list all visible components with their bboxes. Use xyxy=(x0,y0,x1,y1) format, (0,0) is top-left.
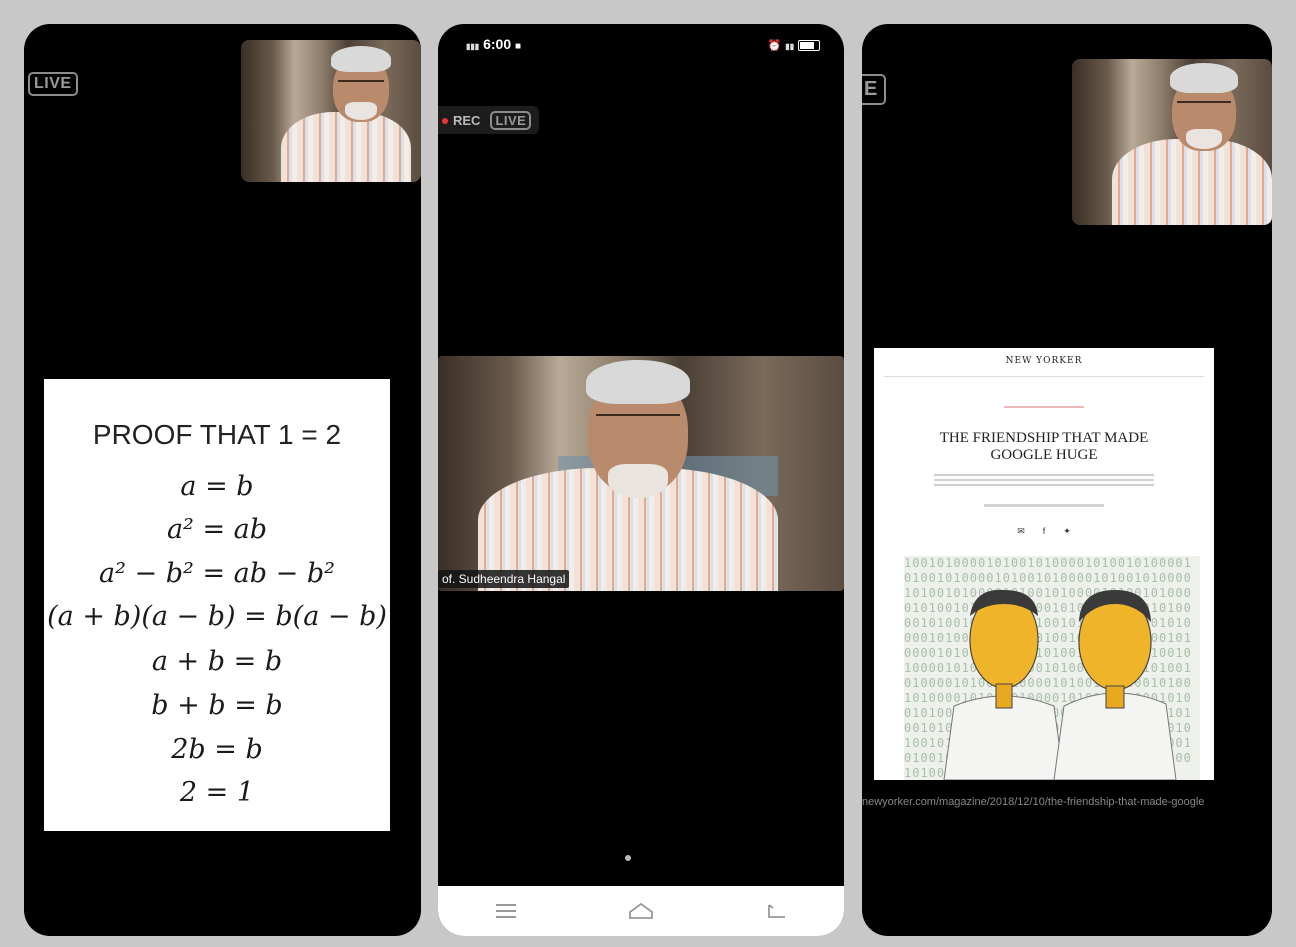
rec-label: REC xyxy=(442,113,480,128)
two-men-illustration xyxy=(943,589,1177,780)
live-badge: E xyxy=(862,74,886,105)
mail-icon[interactable]: ✉ xyxy=(1017,526,1025,537)
twitter-icon[interactable]: ✦ xyxy=(1063,526,1071,537)
divider xyxy=(884,376,1204,377)
network-icon: ▮▮ xyxy=(785,42,795,51)
proof-title: PROOF THAT 1 = 2 xyxy=(92,419,342,450)
article-title: THE FRIENDSHIP THAT MADE GOOGLE HUGE xyxy=(939,430,1149,463)
proof-step: (a + b)(a − b) = b(a − b) xyxy=(47,601,387,632)
speaker-video xyxy=(1072,59,1272,225)
proof-step: b + b = b xyxy=(151,690,283,721)
proof-step: a² − b² = ab − b² xyxy=(99,558,335,589)
live-badge: LIVE xyxy=(28,72,78,96)
article-url: newyorker.com/magazine/2018/12/10/the-fr… xyxy=(862,796,1205,808)
self-video-thumbnail[interactable] xyxy=(1072,59,1272,225)
home-icon[interactable] xyxy=(621,896,661,926)
signal-icon: ▮▮▮ xyxy=(466,42,480,51)
back-icon[interactable] xyxy=(756,896,796,926)
facebook-icon[interactable]: f xyxy=(1043,526,1046,537)
proof-step: 2 = 1 xyxy=(179,777,255,808)
article-kicker xyxy=(1004,406,1084,408)
rec-dot-icon xyxy=(442,118,448,125)
status-bar-right: ⏰ ▮▮ xyxy=(768,36,820,52)
article-dek xyxy=(934,474,1154,486)
self-video-thumbnail[interactable] xyxy=(241,40,421,182)
proof-step: a + b = b xyxy=(151,646,283,677)
article-illustration: 1001010000101001010000101001010000101001… xyxy=(904,556,1200,780)
speaker-name-tag: of. Sudheendra Hangal xyxy=(438,570,570,588)
magazine-logo: NEW YORKER xyxy=(1005,356,1083,366)
shared-article: NEW YORKER THE FRIENDSHIP THAT MADE GOOG… xyxy=(874,348,1214,780)
speaker-video xyxy=(438,356,844,591)
recording-indicator: REC LIVE xyxy=(438,106,540,134)
android-nav-bar xyxy=(438,886,844,936)
page-indicator-dot xyxy=(625,855,631,861)
article-byline xyxy=(984,504,1104,507)
main-speaker-video[interactable]: of. Sudheendra Hangal xyxy=(438,356,844,591)
proof-step: a² = ab xyxy=(166,514,268,545)
alarm-icon: ⏰ xyxy=(767,40,782,52)
video-record-icon: ■ xyxy=(515,41,522,52)
speaker-video xyxy=(241,40,421,182)
status-time: 6:00 xyxy=(483,36,512,52)
battery-icon xyxy=(798,39,820,51)
phone-screen-proof: LIVE PROOF THAT 1 = 2 a = b a² = ab a² −… xyxy=(24,24,421,936)
menu-icon[interactable] xyxy=(486,896,526,926)
proof-step: a = b xyxy=(180,471,254,502)
proof-slide: PROOF THAT 1 = 2 a = b a² = ab a² − b² =… xyxy=(44,379,390,831)
phone-screen-article: E NEW YORKER THE FRIENDSHIP THAT MADE GO… xyxy=(862,24,1272,936)
share-icons: ✉ f ✦ xyxy=(874,526,1214,537)
status-bar-left: ▮▮▮ 6:00 ■ xyxy=(466,36,521,52)
live-badge: LIVE xyxy=(490,110,532,130)
proof-step: 2b = b xyxy=(171,734,263,765)
phone-screen-speaker: ▮▮▮ 6:00 ■ ⏰ ▮▮ REC LIVE of. Sudheendra … xyxy=(438,24,844,936)
